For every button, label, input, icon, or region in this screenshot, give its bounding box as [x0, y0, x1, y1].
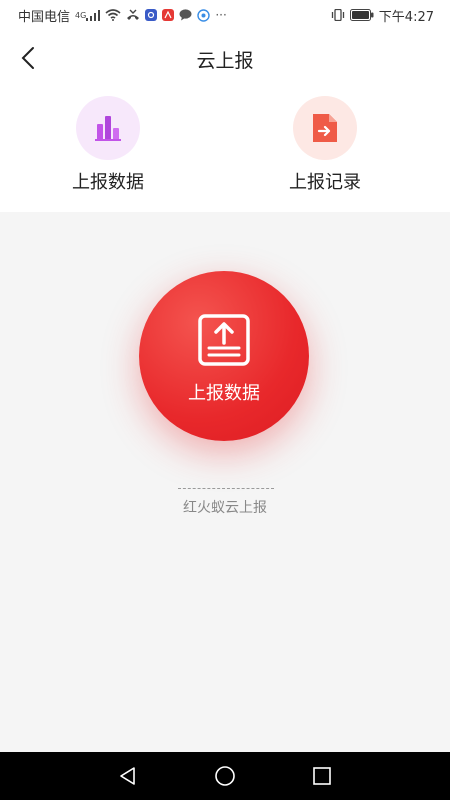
message-icon — [179, 9, 192, 21]
vibrate-icon — [331, 9, 345, 21]
nav-recents-button[interactable] — [302, 756, 342, 796]
feature-report-records[interactable]: 上报记录 — [255, 96, 395, 194]
nav-home-button[interactable] — [205, 756, 245, 796]
feature-label: 上报数据 — [72, 172, 144, 193]
feature-report-data[interactable]: 上报数据 — [38, 96, 178, 194]
upload-data-button[interactable]: 上报数据 — [139, 271, 309, 441]
missed-call-icon — [126, 9, 140, 21]
divider — [178, 488, 274, 489]
app-notification-icon-3 — [197, 8, 211, 22]
carrier-label: 中国电信 — [18, 9, 71, 25]
upload-icon — [198, 314, 250, 366]
feature-panel: 上报数据 上报记录 — [0, 86, 450, 212]
status-bar: 中国电信 4G ··· 下午4:27 — [0, 0, 450, 30]
clock: 下午4:27 — [378, 9, 434, 25]
footer-brand: 红火蚁云上报 — [183, 500, 267, 516]
app-notification-icon — [145, 9, 158, 21]
circle-home-icon — [215, 766, 235, 786]
network-type-label: 4G — [75, 10, 87, 20]
network-type-icon: 4G — [75, 9, 101, 21]
feature-label: 上报记录 — [289, 172, 361, 193]
page-title: 云上报 — [196, 50, 254, 72]
more-notifications-icon: ··· — [215, 8, 227, 22]
status-bar-left: 中国电信 4G ··· — [18, 6, 227, 25]
square-recents-icon — [312, 767, 331, 785]
bar-chart-icon — [76, 96, 140, 160]
nav-bar: 云上报 — [0, 30, 450, 86]
document-arrow-icon — [293, 96, 357, 160]
triangle-back-icon — [120, 767, 136, 785]
nav-back-button[interactable] — [108, 756, 148, 796]
battery-icon — [349, 9, 374, 21]
app-notification-icon-2 — [162, 9, 175, 21]
wifi-icon — [105, 9, 121, 21]
upload-button-label: 上报数据 — [188, 383, 260, 404]
system-nav-bar — [0, 752, 450, 800]
status-bar-right: 下午4:27 — [331, 6, 434, 25]
